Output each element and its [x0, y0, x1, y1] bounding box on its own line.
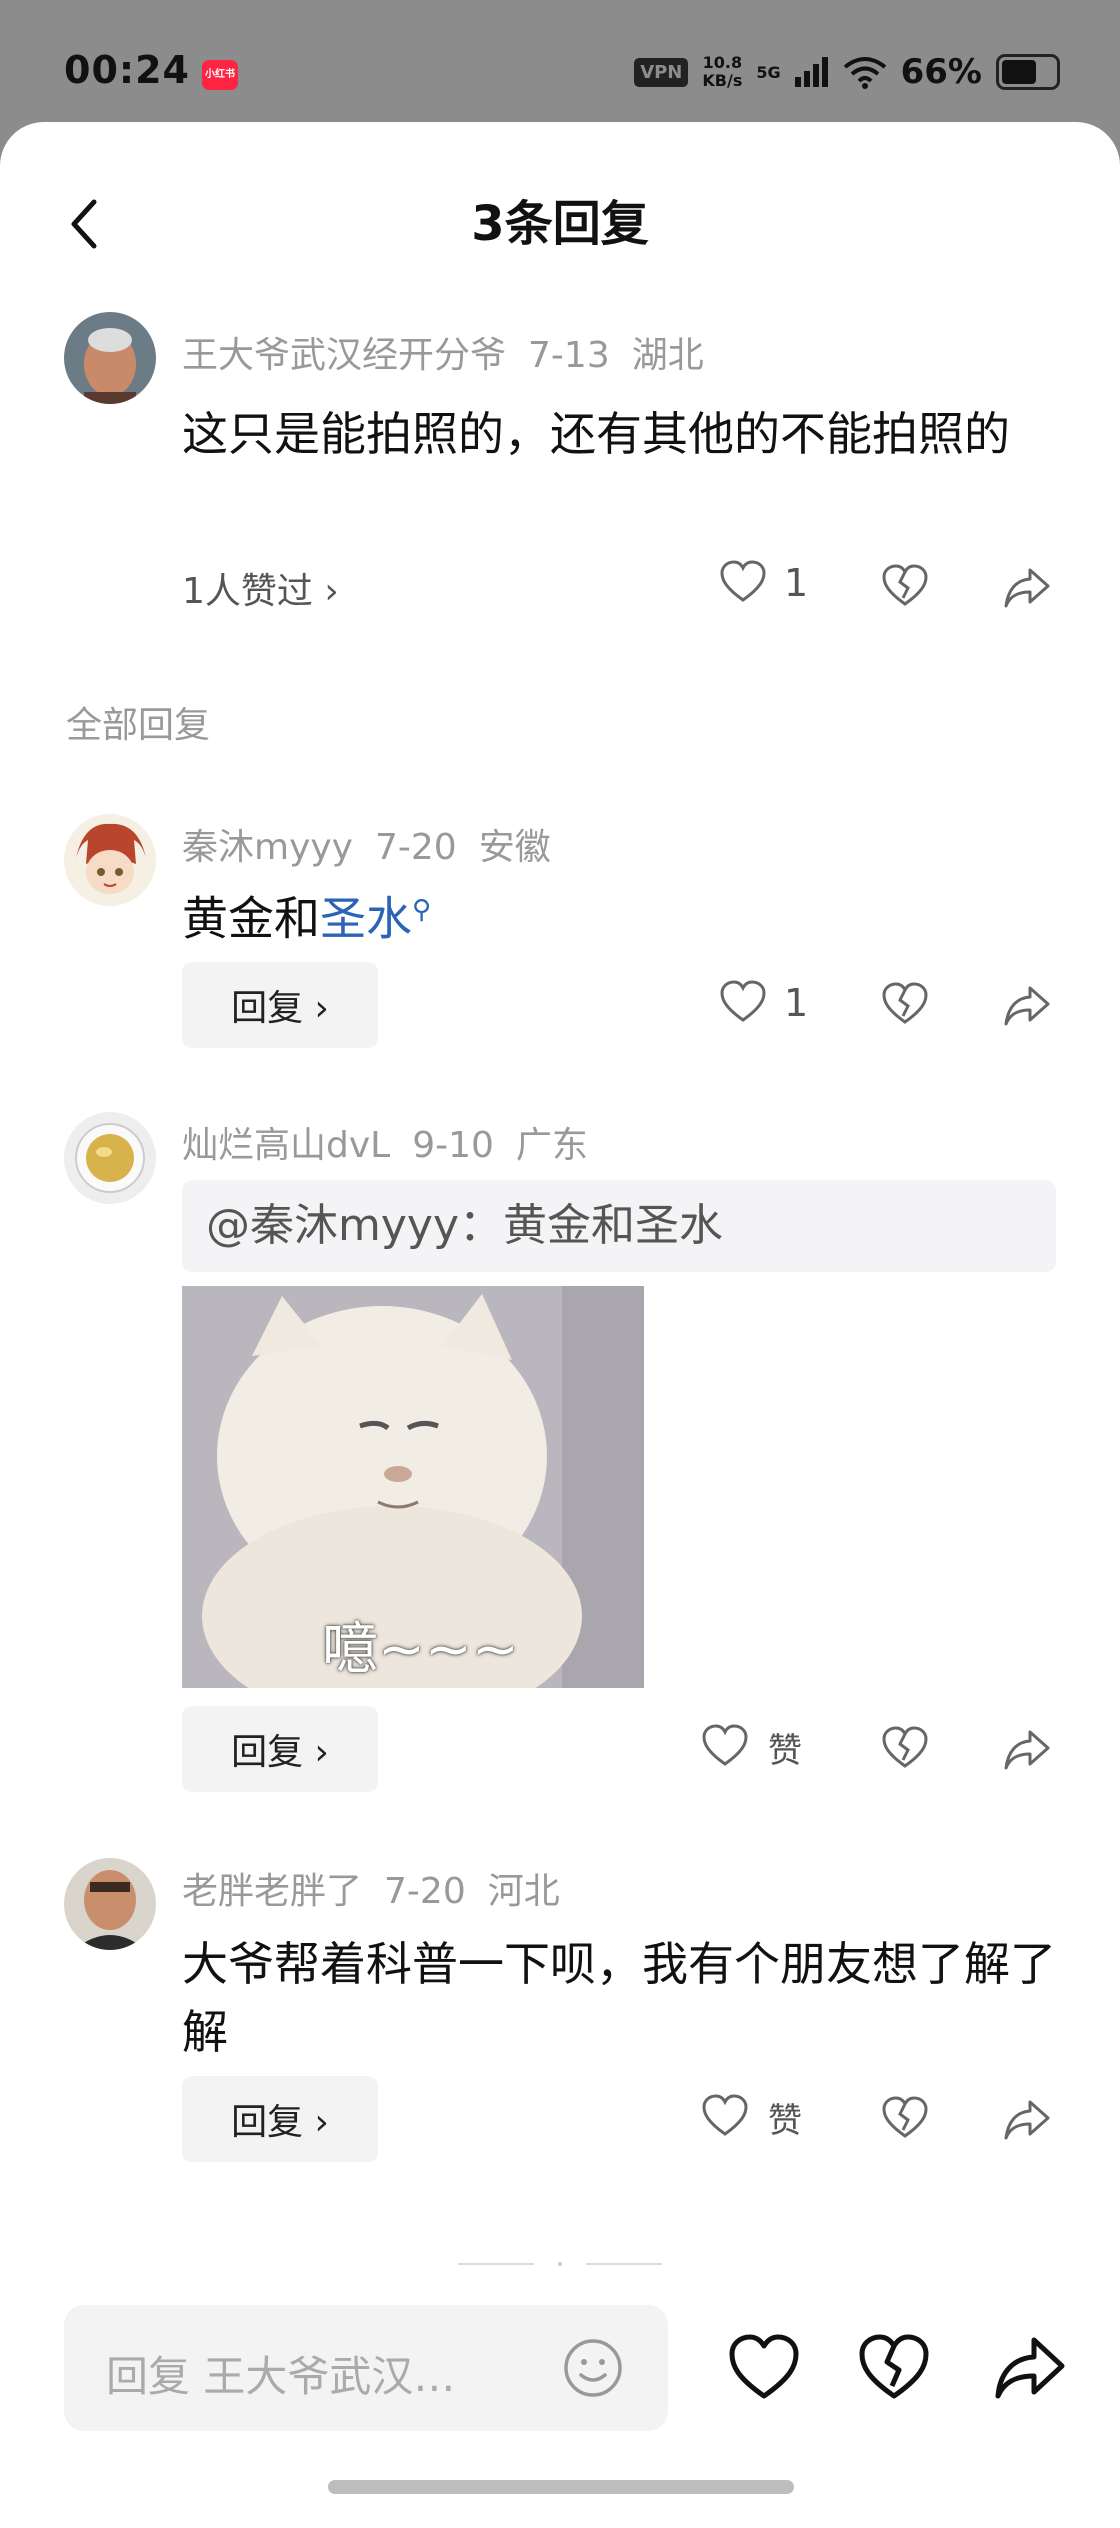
meme-image[interactable]: 噫~~~	[182, 1286, 644, 1688]
like-count: 1	[784, 561, 809, 605]
broken-heart-icon[interactable]	[880, 980, 930, 1030]
share-icon[interactable]	[1002, 980, 1052, 1030]
comment-meta: 王大爷武汉经开分爷 7-13 湖北	[182, 326, 726, 378]
quoted-reply[interactable]: @秦沐myyy：黄金和圣水	[182, 1180, 1056, 1272]
broken-heart-icon[interactable]	[880, 2094, 930, 2144]
share-icon[interactable]	[1002, 562, 1052, 612]
reply-location: 河北	[487, 1871, 560, 1912]
like-button[interactable]: 1	[718, 978, 808, 1028]
heart-icon	[720, 560, 766, 602]
author-name[interactable]: 王大爷武汉经开分爷	[182, 335, 506, 376]
reply-button[interactable]: 回复 ›	[182, 962, 378, 1048]
avatar[interactable]	[64, 1112, 156, 1204]
comment-date: 7-13	[528, 335, 610, 376]
signal-bars-icon	[794, 57, 828, 87]
vpn-badge: VPN	[634, 57, 689, 87]
reply-text: 黄金和圣水⚲	[182, 876, 1082, 952]
reply-location: 安徽	[478, 827, 551, 868]
like-button[interactable]: 1	[718, 558, 808, 608]
heart-icon	[702, 2094, 748, 2136]
author-name[interactable]: 老胖老胖了	[182, 1871, 362, 1912]
comment-location: 湖北	[631, 335, 704, 376]
reply-input-placeholder: 回复 王大爷武汉…	[106, 2352, 456, 2401]
search-icon: ⚲	[412, 895, 432, 925]
heart-icon[interactable]	[726, 2330, 802, 2406]
reply-button[interactable]: 回复 ›	[182, 2076, 378, 2162]
broken-heart-icon[interactable]	[856, 2330, 932, 2406]
app-badge-icon: 小红书	[202, 60, 238, 90]
reply-date: 7-20	[374, 827, 457, 868]
comment-text: 这只是能拍照的，还有其他的不能拍照的	[182, 407, 1010, 461]
author-name[interactable]: 秦沐myyy	[182, 827, 353, 868]
meme-caption: 噫~~~	[322, 1617, 519, 1682]
likes-summary[interactable]: 1人赞过 ›	[182, 562, 339, 614]
broken-heart-icon[interactable]	[880, 1724, 930, 1774]
section-label: 全部回复	[66, 705, 211, 746]
emoji-icon[interactable]	[562, 2337, 624, 2399]
share-icon[interactable]	[1002, 1724, 1052, 1774]
status-bar: 00:24 小红书 VPN 10.8 KB/s 5G 66%	[0, 0, 1120, 125]
scroll-hint-divider	[458, 2262, 662, 2266]
avatar[interactable]	[64, 312, 156, 404]
like-label: 赞	[768, 1730, 802, 1771]
sheet-title: 3条回复	[471, 196, 649, 252]
heart-icon	[702, 1724, 748, 1766]
reply-date: 7-20	[384, 1871, 466, 1912]
reply-text-prefix: 黄金和	[182, 891, 320, 946]
like-button[interactable]: 赞	[700, 1722, 802, 1772]
like-button[interactable]: 赞	[700, 2092, 802, 2142]
share-icon[interactable]	[992, 2330, 1068, 2406]
home-indicator[interactable]	[328, 2480, 794, 2494]
net-speed-value: 10.8	[702, 53, 743, 72]
heart-icon	[720, 980, 766, 1022]
net-speed: 10.8 KB/s	[702, 54, 742, 90]
wifi-icon	[843, 57, 886, 89]
broken-heart-icon[interactable]	[880, 562, 930, 612]
avatar[interactable]	[64, 814, 156, 906]
replies-sheet: 3条回复 王大爷武汉经开分爷 7-13 湖北 这只是能拍照的，还有其他的不能拍照的 …	[0, 122, 1120, 2528]
reply-text: 大爷帮着科普一下呗，我有个朋友想了解了解	[182, 1937, 1056, 2059]
status-time: 00:24	[64, 48, 190, 92]
reply-meta: 老胖老胖了 7-20 河北	[182, 1862, 582, 1914]
net-speed-unit: KB/s	[702, 71, 743, 90]
battery-icon	[996, 54, 1060, 90]
reply-meta: 灿烂高山dvL 9-10 广东	[182, 1116, 610, 1168]
reply-date: 9-10	[412, 1125, 494, 1166]
reply-button[interactable]: 回复 ›	[182, 1706, 378, 1792]
like-count: 1	[784, 981, 809, 1025]
like-label: 赞	[768, 2100, 802, 2141]
author-name[interactable]: 灿烂高山dvL	[182, 1125, 390, 1166]
reply-input[interactable]: 回复 王大爷武汉…	[64, 2305, 668, 2431]
reply-meta: 秦沐myyy 7-20 安徽	[182, 818, 573, 870]
avatar[interactable]	[64, 1858, 156, 1950]
search-link[interactable]: 圣水	[320, 891, 412, 945]
reply-location: 广东	[515, 1125, 588, 1166]
status-indicators: VPN 10.8 KB/s 5G 66%	[634, 52, 1060, 92]
network-type: 5G	[756, 62, 781, 82]
share-icon[interactable]	[1002, 2094, 1052, 2144]
battery-percent: 66%	[900, 52, 982, 92]
